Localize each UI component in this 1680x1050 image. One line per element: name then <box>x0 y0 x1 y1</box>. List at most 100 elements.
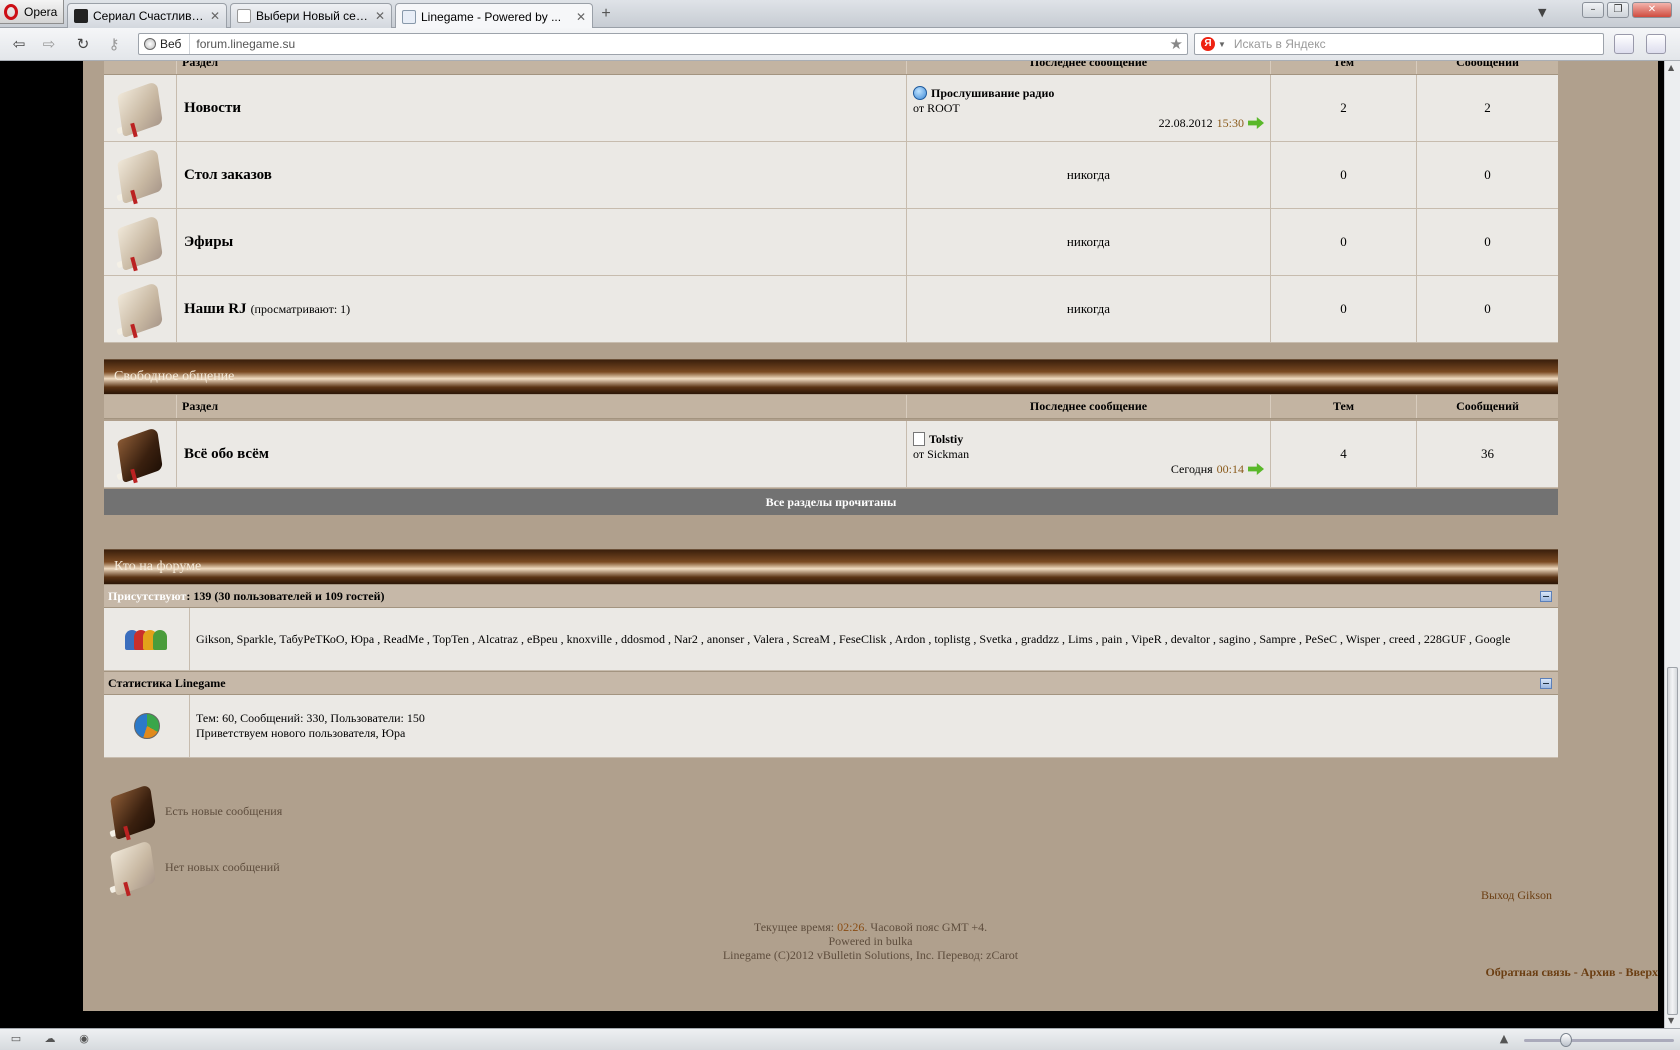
close-tab-icon[interactable]: ✕ <box>375 9 385 23</box>
smiley-icon <box>913 86 927 100</box>
close-window-icon[interactable]: ✕ <box>1632 2 1672 18</box>
last-post-title-line: Прослушивание радио <box>913 86 1264 101</box>
forum-status-cell <box>104 75 177 141</box>
pie-chart-icon <box>133 713 160 739</box>
bookmarks-icon[interactable] <box>1614 34 1634 54</box>
forum-link[interactable]: Эфиры <box>182 234 233 251</box>
tab-title: Выбери Новый сервер L... <box>256 9 370 23</box>
scroll-up-icon[interactable]: ▲ <box>1668 63 1674 72</box>
present-label[interactable]: Присутствуют <box>108 589 186 604</box>
forum-status-cell <box>104 276 177 342</box>
search-input[interactable]: Я ▼ Искать в Яндекс <box>1194 33 1604 55</box>
last-post-date-line: Сегодня 00:14 <box>913 462 1264 477</box>
forum-link[interactable]: Наши RJ <box>182 301 247 318</box>
opera-menu-button[interactable]: Opera <box>0 0 64 24</box>
footer-copyright: Linegame (C)2012 vBulletin Solutions, In… <box>722 948 1019 962</box>
tab-server[interactable]: Выбери Новый сервер L... ✕ <box>230 3 392 28</box>
page-scrollbar[interactable]: ▲ ▼ <box>1664 61 1680 1028</box>
zoom-slider-track[interactable] <box>1524 1039 1674 1042</box>
posts-count: 0 <box>1484 167 1491 182</box>
present-count: : 139 (30 пользователей и 109 гостей) <box>186 588 385 603</box>
search-placeholder: Искать в Яндекс <box>1233 37 1326 51</box>
last-post-cell: Прослушивание радио от ROOT 22.08.2012 1… <box>907 75 1271 141</box>
tab-title: Сериал Счастливы вне... <box>93 9 205 23</box>
restore-icon[interactable]: ❐ <box>1607 2 1629 18</box>
tab-linegame[interactable]: Linegame - Powered by ... ✕ <box>395 3 593 29</box>
last-post-date: 22.08.2012 <box>1158 115 1213 130</box>
minimize-icon[interactable]: – <box>1582 2 1604 18</box>
last-post-author[interactable]: от Sickman <box>913 447 1264 462</box>
forum-row-efiry: Эфиры никогда 0 0 <box>104 209 1558 276</box>
posts-count: 36 <box>1481 446 1494 461</box>
category-header-free-talk[interactable]: Свободное общение <box>104 359 1558 394</box>
reload-icon[interactable]: ↻ <box>72 34 94 54</box>
category-title[interactable]: Кто на форуме <box>114 559 201 575</box>
forward-arrow-icon[interactable]: ⇨ <box>38 34 60 54</box>
stats-subheader: Статистика Linegame <box>104 671 1558 695</box>
book-unread-icon <box>114 426 166 483</box>
col-section: Раздел <box>177 61 907 74</box>
col-last-post: Последнее сообщение <box>907 61 1271 74</box>
mark-all-read-link[interactable]: Все разделы прочитаны <box>104 489 1558 515</box>
close-tab-icon[interactable]: ✕ <box>576 10 586 24</box>
forum-row-stol-zakazov: Стол заказов никогда 0 0 <box>104 142 1558 209</box>
back-arrow-icon[interactable]: ⇦ <box>8 34 30 54</box>
opera-logo-icon <box>4 3 18 20</box>
last-post-author[interactable]: от ROOT <box>913 101 1264 116</box>
forum-name-cell: Новости <box>177 75 907 141</box>
forum-status-cell <box>104 142 177 208</box>
close-tab-icon[interactable]: ✕ <box>210 9 220 23</box>
document-icon <box>913 432 925 446</box>
zoom-slider-knob[interactable] <box>1560 1033 1572 1047</box>
cloud-icon[interactable]: ☁ <box>42 1032 58 1046</box>
url-field[interactable]: Веб forum.linegame.su ★ <box>138 33 1188 55</box>
web-badge[interactable]: Веб <box>139 34 191 54</box>
forum-row-nashi-rj: Наши RJ (просматривают: 1) никогда 0 0 <box>104 276 1558 343</box>
search-page-icon <box>237 9 251 23</box>
tab-serial[interactable]: Сериал Счастливы вне... ✕ <box>67 3 227 28</box>
go-to-last-post-arrow-icon[interactable] <box>1248 463 1264 475</box>
top-link[interactable]: Вверх <box>1626 965 1658 979</box>
tab-menu-chevron-icon[interactable]: ▼ <box>1538 6 1546 19</box>
col-last-post: Последнее сообщение <box>907 395 1271 418</box>
category-header-whos-online[interactable]: Кто на форуме <box>104 549 1558 584</box>
scroll-thumb[interactable] <box>1667 667 1678 1015</box>
speed-dial-icon[interactable]: ◉ <box>76 1032 92 1046</box>
scroll-down-icon[interactable]: ▼ <box>1668 1016 1674 1025</box>
online-users-names[interactable]: Gikson, Sparkle, ТабуРеТКоО, Юра , ReadM… <box>196 632 1558 647</box>
bookmark-star-icon[interactable]: ★ <box>1170 35 1187 53</box>
forum-link[interactable]: Всё обо всём <box>182 446 269 463</box>
collapse-icon[interactable] <box>1540 678 1552 689</box>
opera-label: Opera <box>24 4 58 19</box>
forum-link[interactable]: Новости <box>182 100 241 117</box>
col-posts: Сообщений <box>1456 61 1519 69</box>
forum-link[interactable]: Стол заказов <box>182 167 272 184</box>
archive-link[interactable]: Архив <box>1581 965 1616 979</box>
category-title[interactable]: Свободное общение <box>114 369 234 385</box>
downloads-icon[interactable] <box>1646 34 1666 54</box>
time-prefix: Текущее время: <box>753 920 838 934</box>
posts-count: 0 <box>1484 234 1491 249</box>
book-read-icon <box>114 147 166 204</box>
last-post-title-link[interactable]: Прослушивание радио <box>931 86 1054 101</box>
panel-toggle-icon[interactable]: ▭ <box>8 1032 24 1046</box>
last-post-title-link[interactable]: Tolstiy <box>929 432 963 447</box>
address-bar: ⇦ ⇨ ↻ ⚷ Веб forum.linegame.su ★ Я ▼ Иска… <box>0 28 1680 61</box>
search-engine-dropdown-icon[interactable]: ▼ <box>1218 40 1226 49</box>
page-icon <box>402 9 416 24</box>
zoom-menu-icon[interactable]: ▲ <box>1496 1032 1512 1046</box>
column-header: Раздел Последнее сообщение Тем Сообщений <box>104 395 1558 419</box>
logout-link[interactable]: Выход Gikson <box>1481 888 1552 903</box>
users-group-icon <box>124 628 169 650</box>
go-to-last-post-arrow-icon[interactable] <box>1248 117 1264 129</box>
tab-title: Linegame - Powered by ... <box>421 9 562 24</box>
feedback-link[interactable]: Обратная связь <box>1485 965 1570 979</box>
new-tab-icon[interactable]: + <box>597 5 615 23</box>
collapse-icon[interactable] <box>1540 591 1552 602</box>
url-text[interactable]: forum.linegame.su <box>190 37 1169 51</box>
col-section: Раздел <box>177 395 907 418</box>
key-icon[interactable]: ⚷ <box>103 34 125 54</box>
forum-name-cell: Всё обо всём <box>177 421 907 487</box>
stats-line-2: Приветствуем нового пользователя, Юра <box>196 726 406 740</box>
threads-count: 2 <box>1271 75 1417 141</box>
